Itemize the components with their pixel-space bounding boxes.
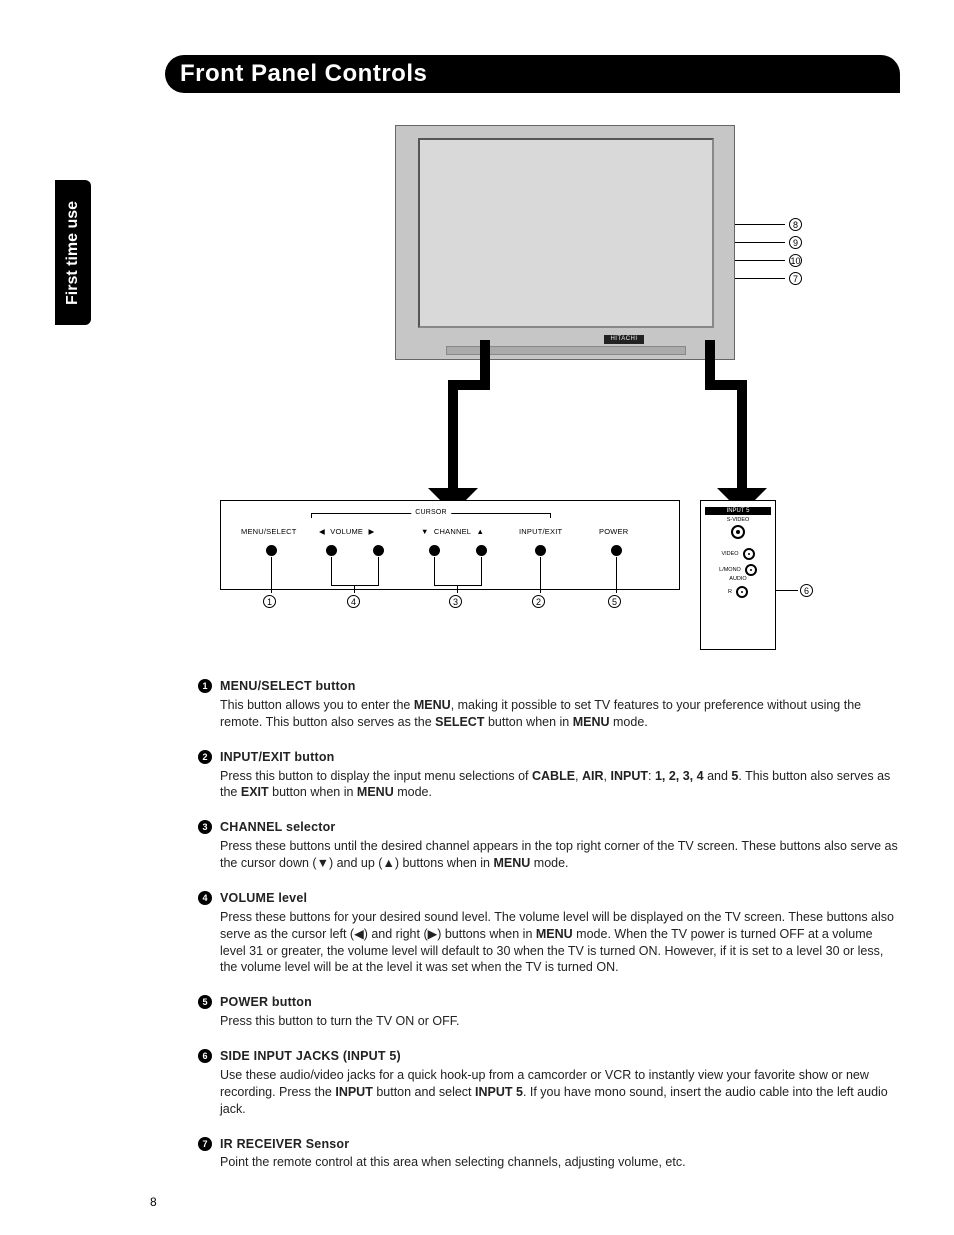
description-item: 7 IR RECEIVER SensorPoint the remote cont… [198, 1136, 900, 1172]
descriptions-list: 1 MENU/SELECT button This button allows yo… [198, 678, 900, 1189]
panel-num-1: 1 [263, 595, 276, 608]
description-title: POWER button [220, 994, 900, 1011]
tv-screen [418, 138, 714, 328]
tv-side-callouts: 8 9 10 7 [735, 215, 802, 287]
description-body: Point the remote control at this area wh… [220, 1154, 900, 1171]
callout-7: 7 [789, 272, 802, 285]
tv-brand-badge: HITACHI [604, 335, 644, 344]
button-menu-select [266, 545, 277, 556]
jack-audio-r [736, 586, 748, 598]
button-channel-up [476, 545, 487, 556]
panel-num-2: 2 [532, 595, 545, 608]
description-number: 7 [198, 1137, 212, 1151]
jack-video [743, 548, 755, 560]
tri-right-icon: ▶ [368, 527, 374, 536]
jack-lmono-label: L/MONO [719, 567, 741, 573]
panel-num-6: 6 [800, 584, 813, 597]
description-title: VOLUME level [220, 890, 900, 907]
label-volume: VOLUME [330, 527, 363, 536]
label-menu-select: MENU/SELECT [241, 527, 297, 536]
jack-r-label: R [728, 589, 732, 595]
description-number: 4 [198, 891, 212, 905]
description-title: INPUT/EXIT button [220, 749, 900, 766]
jack-svideo-label: S-VIDEO [701, 517, 775, 523]
button-power [611, 545, 622, 556]
description-body: This button allows you to enter the MENU… [220, 697, 900, 731]
description-number: 3 [198, 820, 212, 834]
description-item: 3 CHANNEL selector Press these buttons unt… [198, 819, 900, 872]
description-number: 5 [198, 995, 212, 1009]
description-body: Press this button to turn the TV ON or O… [220, 1013, 900, 1030]
jack-video-label: VIDEO [721, 551, 738, 557]
description-number: 1 [198, 679, 212, 693]
description-item: 6 SIDE INPUT JACKS (INPUT 5) Use these aud… [198, 1048, 900, 1118]
description-body: Press these buttons until the desired ch… [220, 838, 900, 872]
section-title: Front Panel Controls [180, 60, 427, 87]
jack-header: INPUT 5 [705, 507, 771, 515]
callout-10: 10 [789, 254, 802, 267]
description-body: Press this button to display the input m… [220, 768, 900, 802]
description-body: Use these audio/video jacks for a quick … [220, 1067, 900, 1118]
button-volume-up [373, 545, 384, 556]
callout-9: 9 [789, 236, 802, 249]
description-item: 1 MENU/SELECT button This button allows yo… [198, 678, 900, 731]
page-number: 8 [150, 1195, 157, 1209]
button-channel-down [429, 545, 440, 556]
cursor-label: CURSOR [411, 509, 451, 516]
section-title-bar: Front Panel Controls [165, 55, 900, 93]
arrow-to-jack-panel [720, 340, 780, 500]
callout-8: 8 [789, 218, 802, 231]
description-title: IR RECEIVER Sensor [220, 1136, 900, 1153]
arrow-to-control-panel [420, 340, 480, 500]
jack-audio-label: AUDIO [701, 576, 775, 582]
description-title: MENU/SELECT button [220, 678, 900, 695]
panel-num-5: 5 [608, 595, 621, 608]
side-input-jacks-diagram: INPUT 5 S-VIDEO VIDEO L/MONO AUDIO R [700, 500, 776, 650]
label-input-exit: INPUT/EXIT [519, 527, 562, 536]
description-title: SIDE INPUT JACKS (INPUT 5) [220, 1048, 900, 1065]
label-channel: CHANNEL [434, 527, 471, 536]
description-title: CHANNEL selector [220, 819, 900, 836]
panel-num-4: 4 [347, 595, 360, 608]
control-panel-diagram: CURSOR MENU/SELECT ◀ VOLUME ▶ ▼ CHANNEL … [220, 500, 680, 590]
jack-svideo [731, 525, 745, 539]
side-tab-first-time-use: First time use [55, 180, 91, 325]
description-body: Press these buttons for your desired sou… [220, 909, 900, 977]
tri-left-icon: ◀ [319, 527, 325, 536]
description-item: 4 VOLUME level Press these buttons for you… [198, 890, 900, 976]
tri-down-icon: ▼ [421, 527, 429, 536]
description-number: 2 [198, 750, 212, 764]
button-volume-down [326, 545, 337, 556]
description-item: 2 INPUT/EXIT button Press this button to d… [198, 749, 900, 802]
button-input-exit [535, 545, 546, 556]
label-power: POWER [599, 527, 628, 536]
tri-up-icon: ▲ [476, 527, 484, 536]
tv-illustration: HITACHI [395, 125, 735, 360]
jack-audio-l [745, 564, 757, 576]
description-item: 5 POWER button Press this button to turn t… [198, 994, 900, 1030]
panel-num-3: 3 [449, 595, 462, 608]
side-tab-label: First time use [64, 200, 82, 304]
description-number: 6 [198, 1049, 212, 1063]
